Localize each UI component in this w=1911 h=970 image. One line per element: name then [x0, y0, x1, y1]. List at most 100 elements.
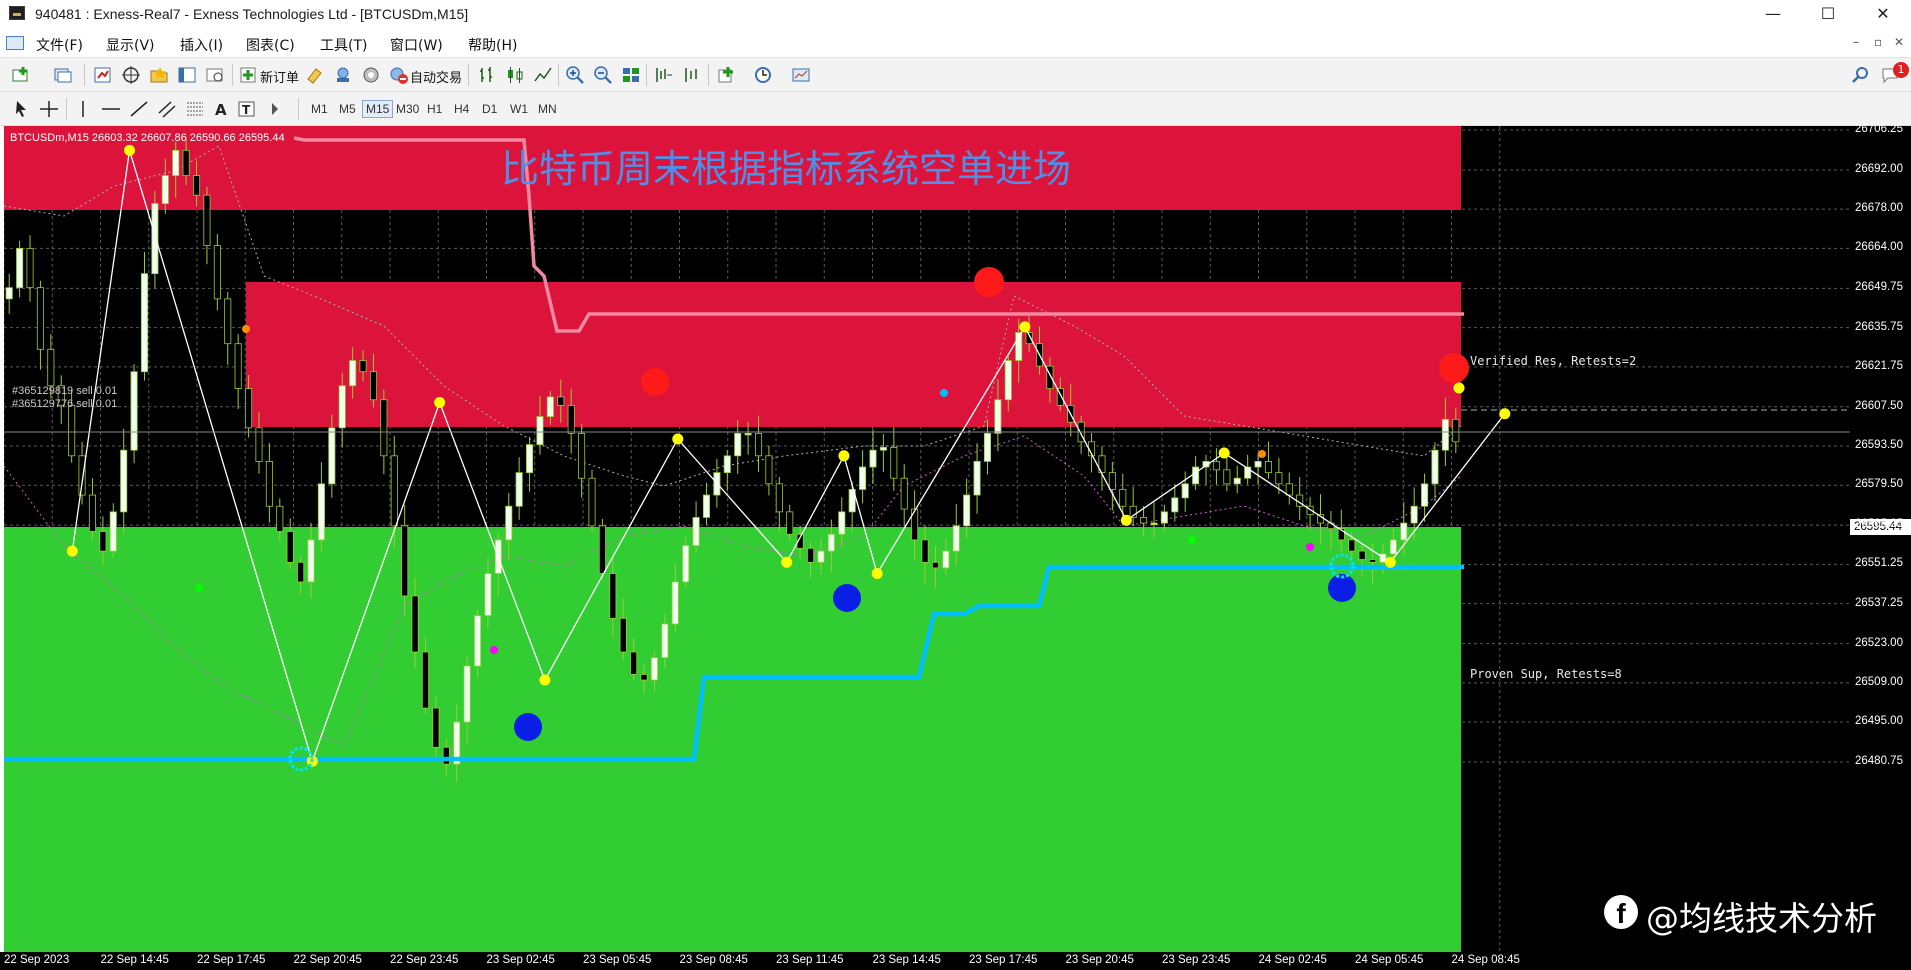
pivot-point	[1384, 556, 1396, 568]
vps-icon[interactable]	[360, 65, 382, 85]
menu-view[interactable]: 显示(V)	[106, 35, 155, 55]
menu-charts[interactable]: 图表(C)	[246, 35, 295, 55]
chart-canvas[interactable]	[4, 126, 1850, 952]
periods-icon[interactable]	[752, 65, 774, 85]
candle-body	[401, 525, 409, 597]
candle-body	[172, 149, 180, 176]
candle-body	[859, 466, 867, 490]
candle-body	[276, 505, 284, 532]
timeframe-m1[interactable]: M1	[308, 102, 331, 116]
profiles-icon[interactable]	[52, 65, 74, 85]
support-zone-proven	[4, 527, 1461, 952]
maximize-button[interactable]: ☐	[1805, 2, 1851, 26]
candle-body	[650, 657, 658, 681]
time-tick-label: 23 Sep 02:45	[486, 954, 555, 966]
menu-window[interactable]: 窗口(W)	[390, 35, 443, 55]
trendline-icon[interactable]	[128, 99, 150, 119]
order-label[interactable]: #365129776 sell 0.01	[12, 398, 117, 410]
auto-trading-icon[interactable]	[388, 65, 410, 85]
vertical-line-icon[interactable]	[72, 99, 94, 119]
candle-body	[307, 539, 315, 583]
zoom-in-icon[interactable]	[564, 65, 586, 85]
price-tick-label: 26523.00	[1855, 636, 1903, 649]
market-watch-icon[interactable]	[92, 65, 114, 85]
text-label-icon[interactable]: T	[236, 99, 258, 119]
crosshair-icon[interactable]	[38, 99, 60, 119]
templates-icon[interactable]	[790, 65, 812, 85]
new-order-icon[interactable]	[238, 65, 260, 85]
candle-body	[557, 396, 565, 406]
channel-icon[interactable]	[156, 99, 178, 119]
search-icon[interactable]	[1850, 65, 1872, 85]
line-chart-icon[interactable]	[532, 65, 554, 85]
timeframe-m5[interactable]: M5	[336, 102, 359, 116]
candle-body	[1108, 472, 1116, 490]
auto-scroll-icon[interactable]	[680, 65, 702, 85]
signals-icon[interactable]	[332, 65, 354, 85]
candle-body	[234, 343, 242, 389]
close-button[interactable]: ✕	[1860, 2, 1906, 26]
timeframe-h4[interactable]: H4	[451, 102, 472, 116]
text-icon[interactable]: A	[210, 99, 232, 119]
window-title: 940481 : Exness-Real7 - Exness Technolog…	[35, 6, 469, 22]
mdi-close-button[interactable]: ✕	[1894, 35, 1904, 49]
candle-body	[515, 472, 523, 507]
candle-body	[744, 432, 752, 436]
navigator-icon[interactable]	[148, 65, 170, 85]
zoom-out-icon[interactable]	[592, 65, 614, 85]
candle-body	[369, 371, 377, 401]
time-tick-label: 24 Sep 02:45	[1258, 954, 1327, 966]
candle-body	[203, 194, 211, 247]
chart-shift-icon[interactable]	[652, 65, 674, 85]
time-tick-label: 22 Sep 23:45	[390, 954, 459, 966]
timeframe-mn[interactable]: MN	[535, 102, 560, 116]
strategy-tester-icon[interactable]	[204, 65, 226, 85]
candle-body	[1150, 522, 1158, 525]
metaeditor-icon[interactable]	[304, 65, 326, 85]
resistance-label: Verified Res, Retests=2	[1470, 354, 1637, 368]
candle-body	[1192, 466, 1200, 485]
candle-body	[1254, 461, 1262, 468]
candlestick-chart-icon[interactable]	[504, 65, 526, 85]
candle-body	[1452, 418, 1460, 443]
order-label[interactable]: #365129819 sell 0.01	[12, 385, 117, 397]
terminal-icon[interactable]	[176, 65, 198, 85]
menu-tools[interactable]: 工具(T)	[320, 35, 367, 55]
timeframe-d1[interactable]: D1	[479, 102, 500, 116]
new-order-button[interactable]: 新订单	[260, 67, 299, 86]
timeframe-h1[interactable]: H1	[424, 102, 445, 116]
horizontal-line-icon[interactable]	[100, 99, 122, 119]
fibonacci-icon[interactable]	[184, 99, 206, 119]
chart-window-icon[interactable]	[6, 36, 24, 50]
arrows-icon[interactable]	[264, 99, 286, 119]
candle-body	[1369, 559, 1377, 563]
time-axis[interactable]: 22 Sep 2023 22 Sep 14:45 22 Sep 17:45 22 Se…	[0, 952, 1911, 970]
indicators-icon[interactable]	[716, 65, 738, 85]
candle-body	[702, 494, 711, 518]
candle-body	[182, 149, 190, 176]
cursor-icon[interactable]	[10, 99, 32, 119]
tile-windows-icon[interactable]	[620, 65, 642, 85]
price-chart[interactable]: BTCUSDm,M15 26603.32 26607.86 26590.66 2…	[4, 126, 1850, 952]
candle-body	[1441, 418, 1449, 451]
menu-insert[interactable]: 插入(I)	[180, 35, 223, 55]
bar-chart-icon[interactable]	[476, 65, 498, 85]
mdi-restore-button[interactable]: ▫	[1874, 35, 1882, 49]
timeframe-w1[interactable]: W1	[507, 102, 531, 116]
new-chart-icon[interactable]	[10, 65, 32, 85]
candle-body	[619, 617, 627, 653]
timeframe-m30[interactable]: M30	[393, 102, 422, 116]
mdi-minimize-button[interactable]: –	[1853, 35, 1859, 49]
candle-body	[598, 525, 606, 574]
pivot-point	[838, 450, 850, 462]
menu-help[interactable]: 帮助(H)	[468, 35, 517, 55]
svg-text:T: T	[242, 103, 251, 117]
data-window-icon[interactable]	[120, 65, 142, 85]
auto-trading-button[interactable]: 自动交易	[410, 67, 462, 86]
menu-file[interactable]: 文件(F)	[36, 35, 83, 55]
timeframe-m15[interactable]: M15	[362, 100, 394, 118]
price-tick-label: 26551.25	[1855, 557, 1903, 570]
minimize-button[interactable]: —	[1750, 2, 1796, 26]
candle-body	[942, 550, 950, 569]
candle-body	[36, 287, 44, 350]
